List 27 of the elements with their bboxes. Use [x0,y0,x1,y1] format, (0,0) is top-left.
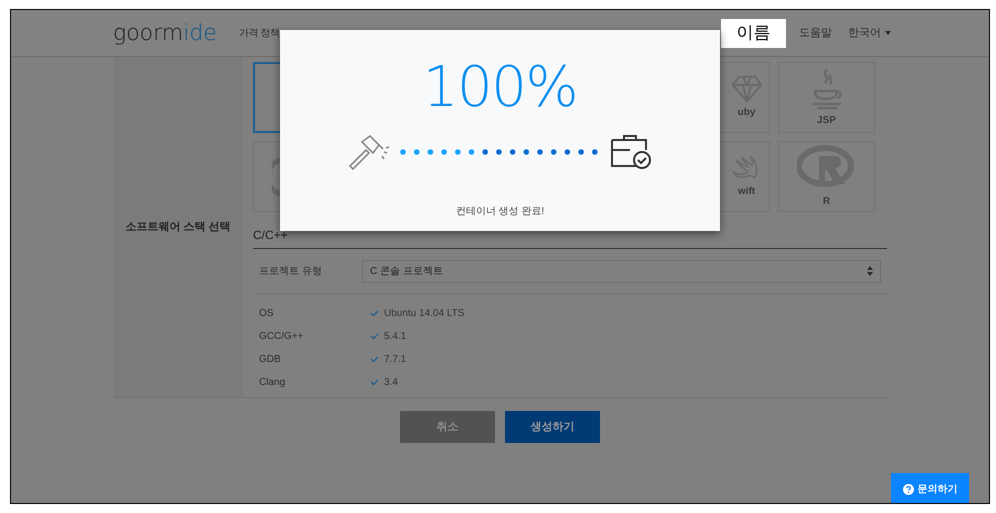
user-name: 이름 [721,18,786,48]
stack-label: 소프트웨어 스택 선택 [125,220,231,235]
spec-value: 7.7.1 [384,353,406,367]
nav-link[interactable]: 가격 정책 [239,26,280,40]
contact-button[interactable]: 문의하기 [891,473,969,503]
tile-label: R [822,195,830,209]
spec-value: Ubuntu 14.04 LTS [384,307,464,321]
help-link[interactable]: 도움말 [799,24,832,42]
tile-label: wift [738,185,756,199]
project-type-select[interactable]: C 콘솔 프로젝트 [362,260,881,282]
progress-percent: 100% [422,56,578,120]
spec-name: Clang [259,376,286,390]
project-type-label: 프로젝트 유형 [259,264,323,278]
spec-name: OS [259,307,274,321]
tile-label: JSP [817,114,836,128]
status-message: 컨테이너 생성 완료! [456,205,544,219]
spec-name: GCC/G++ [259,330,304,344]
spec-name: GDB [259,353,282,367]
create-button[interactable]: 생성하기 [505,411,600,443]
language-tile[interactable]: JSP [778,62,875,133]
language-dropdown[interactable]: 한국어 [848,24,891,42]
cancel-button[interactable]: 취소 [400,411,495,443]
language-tile[interactable]: R [778,141,875,212]
spec-value: 5.4.1 [384,330,406,344]
tile-label: uby [738,106,756,120]
logo[interactable]: goorm ide [113,16,239,50]
spec-value: 3.4 [384,376,398,390]
